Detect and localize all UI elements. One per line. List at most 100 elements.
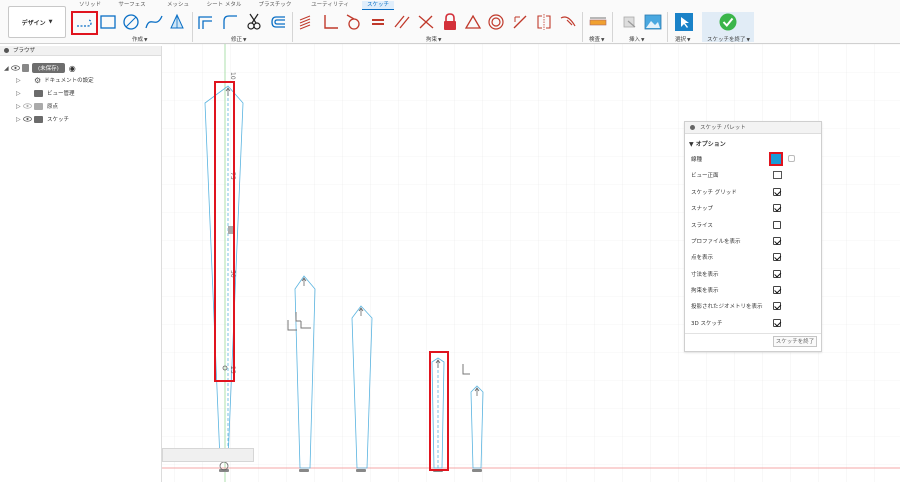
option-label: スナップ (691, 206, 714, 212)
modify-menu[interactable]: 修正▼ (231, 35, 246, 43)
folder-icon (34, 102, 43, 110)
palette-header[interactable]: スケッチ パレット (685, 122, 821, 134)
look-at-icon[interactable] (773, 171, 782, 179)
options-section-header[interactable]: ▼ オプション (689, 139, 726, 148)
option-label: 拘束を表示 (691, 288, 719, 294)
tab-solid[interactable]: ソリッド (76, 1, 104, 10)
smooth-icon[interactable] (558, 12, 578, 32)
gear-icon: ⚙ (34, 75, 42, 85)
equal-icon[interactable] (368, 12, 388, 32)
option-label: プロファイルを表示 (691, 239, 741, 245)
eye-hidden-icon[interactable] (23, 103, 32, 109)
insert-derive-icon[interactable] (620, 12, 640, 32)
option-sketch-grid: スケッチ グリッド (691, 184, 819, 200)
create-menu[interactable]: 作成▼ (132, 35, 147, 43)
expand-arrow-icon[interactable]: ▷ (16, 77, 23, 84)
folder-icon (34, 89, 43, 97)
spline-icon[interactable] (144, 12, 164, 32)
design-label: デザイン (21, 19, 46, 27)
tab-surface[interactable]: サーフェス (116, 1, 148, 10)
circle-icon[interactable] (121, 12, 141, 32)
show-points-checkbox[interactable] (773, 253, 781, 261)
browser-item-label: ドキュメントの設定 (44, 78, 94, 84)
insert-menu[interactable]: 挿入▼ (629, 35, 644, 43)
show-projected-geometry-checkbox[interactable] (773, 302, 781, 310)
collapse-icon[interactable] (690, 125, 695, 130)
option-label: 線種 (691, 157, 703, 163)
fillet-icon[interactable] (220, 12, 240, 32)
midpoint-icon[interactable] (463, 12, 483, 32)
snap-checkbox[interactable] (773, 204, 781, 212)
parallel-icon[interactable] (392, 12, 412, 32)
tab-sheet-metal[interactable]: シート メタル (204, 1, 244, 10)
select-icon[interactable] (674, 12, 694, 32)
concentric-icon[interactable] (486, 12, 506, 32)
tangent-icon[interactable] (344, 12, 364, 32)
show-dimensions-checkbox[interactable] (773, 270, 781, 278)
chevron-down-icon: ▼ (48, 19, 53, 25)
polygon-icon[interactable] (167, 12, 187, 32)
measure-icon[interactable] (588, 12, 608, 32)
expand-arrow-icon[interactable]: ▷ (16, 116, 23, 123)
document-icon (22, 64, 29, 72)
canvas-status-box (162, 448, 254, 462)
option-linetype: 線種 (691, 151, 819, 167)
browser-item-sketches[interactable]: ▷ スケッチ (16, 113, 69, 125)
option-3d-sketch: 3D スケッチ (691, 315, 819, 331)
option-slice: スライス (691, 217, 819, 233)
symmetry-icon[interactable] (534, 12, 554, 32)
tab-plastic[interactable]: プラスチック (257, 1, 293, 10)
activate-radio-icon[interactable]: ◉ (69, 64, 76, 73)
root-component-label: (未保存) (32, 63, 65, 73)
show-profile-checkbox[interactable] (773, 237, 781, 245)
browser-item-label: ビュー管理 (47, 91, 75, 97)
rectangle-icon[interactable] (98, 12, 118, 32)
3d-sketch-checkbox[interactable] (773, 319, 781, 327)
eye-icon[interactable] (11, 65, 20, 71)
browser-panel: ブラウザ ◢ (未保存) ◉ ▷ ⚙ ドキュメントの設定 ▷ ビュー管理 ▷ 原… (0, 46, 162, 482)
option-show-profile: プロファイルを表示 (691, 233, 819, 249)
offset-icon[interactable] (196, 12, 216, 32)
tab-utility[interactable]: ユーティリティ (308, 1, 352, 10)
browser-root[interactable]: ◢ (未保存) ◉ (4, 62, 76, 74)
browser-item-named-views[interactable]: ▷ ビュー管理 (16, 87, 75, 99)
finish-check-icon[interactable] (718, 12, 738, 32)
perpendicular-icon[interactable] (416, 12, 436, 32)
browser-item-origin[interactable]: ▷ 原点 (16, 100, 58, 112)
insert-image-icon[interactable] (643, 12, 663, 32)
eye-icon[interactable] (23, 116, 32, 122)
hatch-icon[interactable] (296, 12, 316, 32)
select-menu[interactable]: 選択▼ (675, 35, 690, 43)
browser-header[interactable]: ブラウザ (0, 46, 161, 56)
slice-checkbox[interactable] (773, 221, 781, 229)
expand-arrow-icon[interactable]: ◢ (4, 65, 11, 72)
browser-title: ブラウザ (13, 48, 36, 54)
option-look-at: ビュー正面 (691, 167, 819, 183)
construction-linetype-button[interactable] (769, 152, 783, 166)
option-label: スケッチ グリッド (691, 190, 737, 196)
centerline-linetype-button[interactable] (788, 155, 795, 162)
coincident-icon[interactable] (321, 12, 341, 32)
collapse-icon[interactable] (4, 48, 9, 53)
browser-item-label: スケッチ (47, 117, 70, 123)
horizontal-icon[interactable] (510, 12, 530, 32)
offset-curve-icon[interactable] (268, 12, 288, 32)
fix-icon[interactable] (440, 12, 460, 32)
inspect-menu[interactable]: 検査▼ (589, 35, 604, 43)
expand-arrow-icon[interactable]: ▷ (16, 90, 23, 97)
expand-arrow-icon[interactable]: ▷ (16, 103, 23, 110)
trim-icon[interactable] (244, 12, 264, 32)
tab-sketch[interactable]: スケッチ (362, 1, 394, 10)
option-label: 3D スケッチ (691, 321, 723, 327)
finish-sketch-button[interactable]: スケッチを終了 (773, 336, 817, 347)
option-label: スライス (691, 223, 713, 229)
sketch-grid-checkbox[interactable] (773, 188, 781, 196)
finish-sketch-menu[interactable]: スケッチを終了▼ (707, 35, 750, 43)
tab-mesh[interactable]: メッシュ (164, 1, 192, 10)
folder-icon (34, 115, 43, 123)
browser-item-document-settings[interactable]: ▷ ⚙ ドキュメントの設定 (16, 74, 94, 86)
show-constraints-checkbox[interactable] (773, 286, 781, 294)
line-tool-highlight (71, 11, 98, 35)
design-workspace-button[interactable]: デザイン ▼ (8, 6, 66, 38)
constraints-menu[interactable]: 拘束▼ (426, 35, 441, 43)
